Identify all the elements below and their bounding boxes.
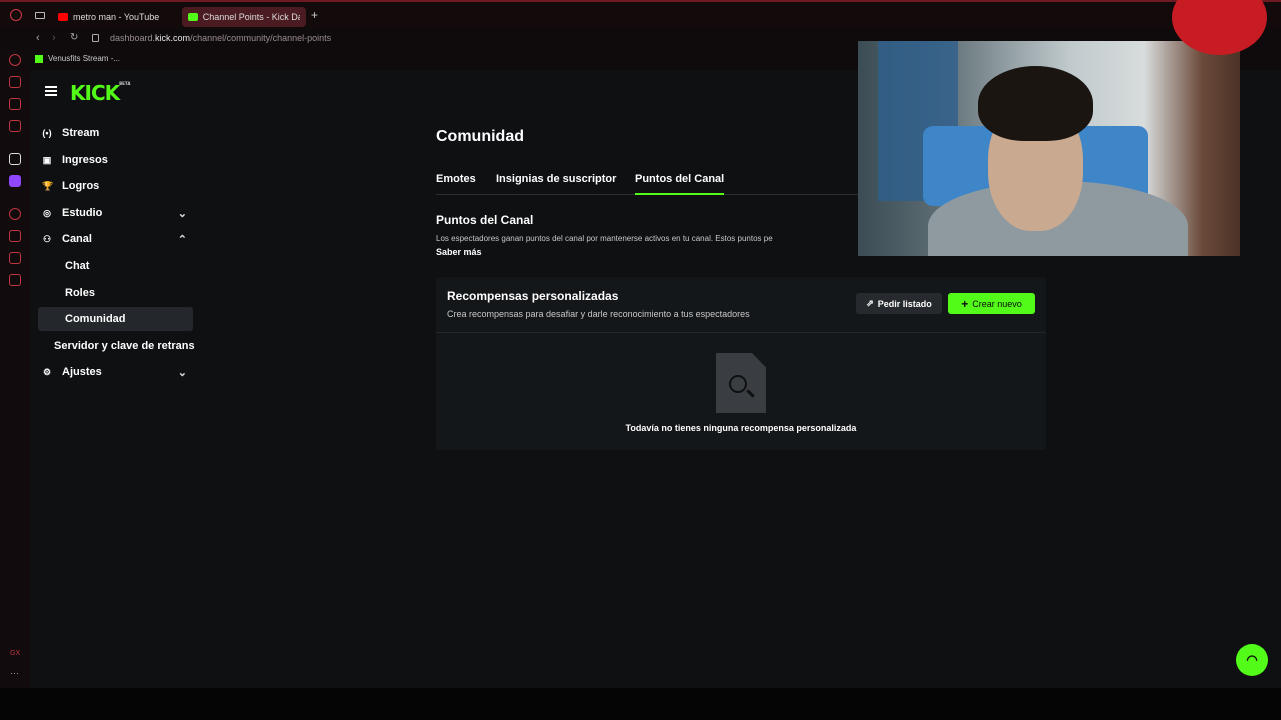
sidebar-item-servidor[interactable]: Servidor y clave de retrans (38, 334, 195, 358)
sidebar-app-icon[interactable] (9, 252, 21, 264)
money-icon: ▣ (42, 155, 52, 165)
sidebar-item-canal[interactable]: ⚇ Canal ⌃ (38, 227, 193, 251)
bookmark-item[interactable]: Venusfits Stream -... (35, 54, 120, 63)
request-list-button[interactable]: ⇗ Pedir listado (856, 293, 942, 314)
page-title: Comunidad (436, 128, 524, 145)
hamburger-menu-icon[interactable] (45, 86, 57, 98)
forward-icon[interactable]: › (52, 32, 56, 44)
section-title: Puntos del Canal (436, 213, 534, 227)
bottom-letterbox (0, 688, 1281, 720)
url-field[interactable]: dashboard.kick.com/channel/community/cha… (110, 33, 331, 43)
new-tab-button[interactable]: + (311, 8, 318, 22)
sidebar-item-label: Ingresos (62, 154, 108, 166)
sidebar-app-icon[interactable] (9, 76, 21, 88)
more-icon[interactable]: ··· (10, 668, 19, 678)
sidebar-item-label: Estudio (62, 207, 103, 219)
sidebar-app-icon[interactable] (9, 98, 21, 110)
tab-overview-icon[interactable] (35, 12, 45, 19)
lock-icon (92, 34, 99, 42)
tab-kick-channel-points[interactable]: Channel Points - Kick Da (182, 7, 306, 27)
logo-text: KICK (70, 81, 120, 105)
youtube-icon (58, 13, 68, 21)
chevron-down-icon[interactable]: ⌄ (178, 366, 187, 379)
sidebar-item-label: Comunidad (65, 313, 126, 325)
tab-emotes[interactable]: Emotes (436, 173, 476, 195)
gx-icon[interactable]: GX (10, 650, 20, 657)
person-hair (978, 66, 1093, 141)
channel-icon: ⚇ (42, 234, 52, 244)
beta-badge: BETA (119, 81, 131, 86)
external-link-icon: ⇗ (866, 298, 874, 308)
kick-logo[interactable]: KICKBETA (70, 81, 130, 105)
divider (436, 332, 1046, 333)
rewards-subtitle: Crea recompensas para desafiar y darle r… (447, 309, 750, 319)
sidebar-item-ingresos[interactable]: ▣ Ingresos (38, 148, 193, 172)
back-icon[interactable]: ‹ (36, 32, 40, 44)
studio-icon: ◎ (43, 208, 51, 218)
url-path: /channel/community/channel-points (190, 33, 332, 43)
broadcast-icon: (•) (42, 128, 52, 138)
tab-bar: Emotes Insignias de suscriptor Puntos de… (436, 173, 876, 195)
button-label: Pedir listado (877, 298, 932, 309)
chevron-down-icon[interactable]: ⌄ (178, 207, 187, 220)
url-prefix: dashboard. (110, 33, 156, 43)
sidebar-item-stream[interactable]: (•) Stream (38, 121, 193, 145)
sidebar-item-chat[interactable]: Chat (38, 254, 193, 278)
sidebar-item-logros[interactable]: 🏆 Logros (38, 174, 193, 198)
trophy-icon: 🏆 (42, 181, 54, 191)
sidebar-app-icon[interactable] (9, 274, 21, 286)
reload-icon[interactable]: ↻ (70, 32, 78, 43)
messenger-icon[interactable] (9, 54, 21, 66)
empty-state-text: Todavía no tienes ninguna recompensa per… (625, 423, 857, 433)
sidebar-item-estudio[interactable]: ◎ Estudio ⌄ (38, 201, 193, 225)
kick-icon (188, 13, 198, 21)
sidebar-app-icon[interactable] (9, 120, 21, 132)
tab-label: Channel Points - Kick Da (202, 12, 300, 22)
headset-icon: ◠ (1246, 652, 1258, 667)
sidebar-item-comunidad[interactable]: Comunidad (38, 307, 193, 331)
tab-youtube[interactable]: metro man - YouTube (52, 7, 178, 27)
bookmark-label: Venusfits Stream -... (48, 54, 121, 63)
sidebar-item-label: Roles (65, 287, 95, 299)
section-description: Los espectadores ganan puntos del canal … (436, 234, 773, 243)
gear-icon: ⚙ (42, 367, 52, 377)
sidebar-item-label: Servidor y clave de retrans (54, 340, 195, 352)
create-new-button[interactable]: + Crear nuevo (948, 293, 1035, 314)
sidebar-item-label: Logros (62, 180, 100, 192)
browser-sidebar: GX ··· (0, 50, 30, 690)
tab-label: metro man - YouTube (73, 12, 160, 22)
sidebar-item-ajustes[interactable]: ⚙ Ajustes ⌄ (38, 360, 193, 384)
sidebar-app-icon[interactable] (9, 153, 21, 165)
rewards-card: Recompensas personalizadas Crea recompen… (436, 277, 1046, 450)
tab-insignias[interactable]: Insignias de suscriptor (496, 173, 616, 195)
bookmarks-icon[interactable] (9, 230, 21, 242)
support-chat-button[interactable]: ◠ (1236, 644, 1268, 676)
kick-icon (35, 54, 43, 63)
tab-puntos-del-canal[interactable]: Puntos del Canal (635, 173, 725, 195)
webcam-overlay (858, 41, 1240, 256)
plus-icon: + (961, 296, 969, 311)
rewards-title: Recompensas personalizadas (447, 289, 619, 303)
history-icon[interactable] (9, 208, 21, 220)
browser-tab-bar: metro man - YouTube Channel Points - Kic… (0, 0, 1281, 30)
sidebar-item-label: Canal (62, 233, 92, 245)
chevron-up-icon[interactable]: ⌃ (178, 233, 187, 246)
sidebar-item-label: Ajustes (62, 366, 102, 378)
sidebar-item-label: Chat (65, 260, 90, 272)
sidebar-item-roles[interactable]: Roles (38, 281, 193, 305)
sidebar-item-label: Stream (62, 127, 100, 139)
opera-logo-icon[interactable] (10, 9, 22, 21)
empty-search-document-icon (716, 353, 766, 413)
button-label: Crear nuevo (972, 298, 1022, 309)
url-domain: kick.com (155, 33, 191, 43)
learn-more-link[interactable]: Saber más (436, 247, 482, 257)
twitch-icon[interactable] (9, 175, 21, 187)
screen: metro man - YouTube Channel Points - Kic… (0, 0, 1281, 720)
